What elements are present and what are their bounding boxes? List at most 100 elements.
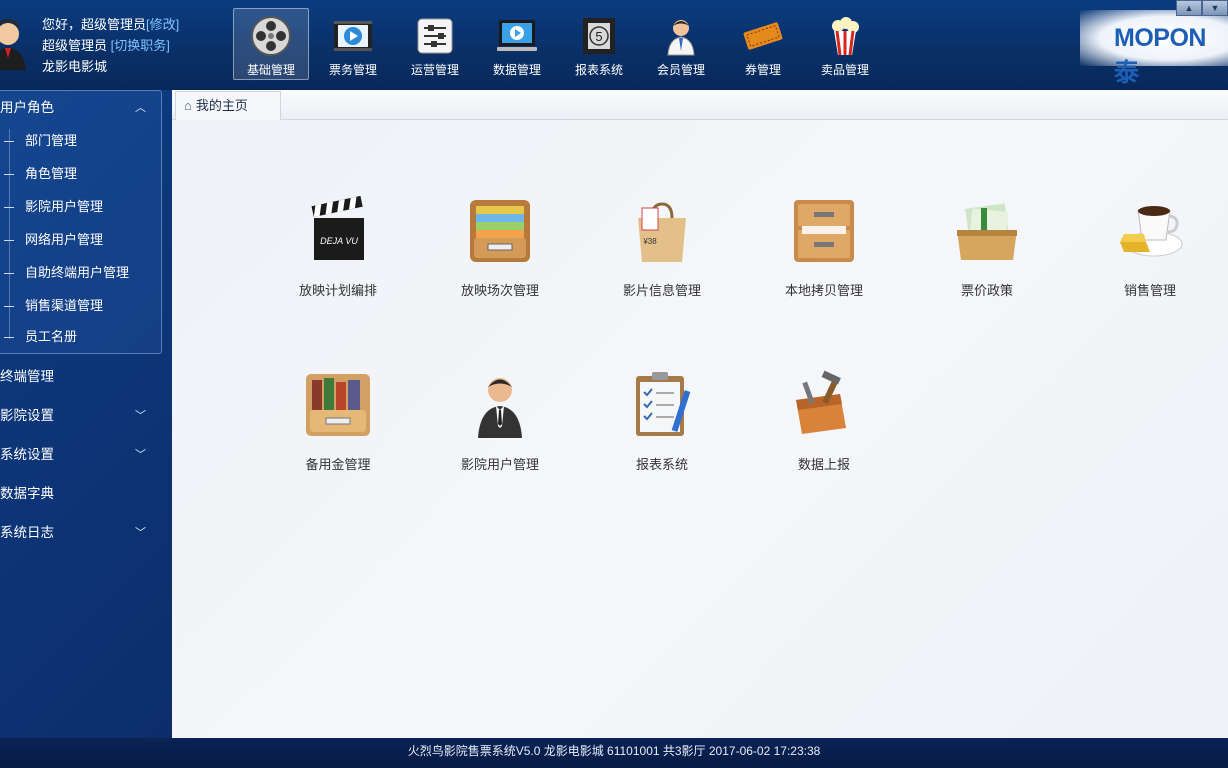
- ticket-icon: [743, 22, 783, 50]
- app-screening-session[interactable]: 放映场次管理: [430, 196, 570, 299]
- app-label: 放映计划编排: [298, 283, 377, 298]
- nav-basic-management[interactable]: 基础管理: [233, 8, 309, 80]
- user-role: 超级管理员: [42, 38, 108, 53]
- nav-label: 基础管理: [246, 63, 295, 77]
- sidebar-group-user-roles: 用户角色 ︿ 部门管理 角色管理 影院用户管理 网络用户管理 自助终端用户管理 …: [0, 90, 162, 354]
- tab-home[interactable]: ⌂ 我的主页: [175, 91, 281, 120]
- business-person-icon: [478, 378, 522, 438]
- home-icon: ⌂: [184, 98, 192, 113]
- app-label: 报表系统: [635, 457, 688, 472]
- sidebar-subitem-label: 自助终端用户管理: [25, 265, 130, 280]
- chevron-down-icon[interactable]: ▼: [1202, 0, 1228, 16]
- file-drawer-icon: [470, 200, 530, 262]
- sidebar-subitem-label: 角色管理: [25, 166, 78, 181]
- sidebar-subitem-cinema-users[interactable]: 影院用户管理: [0, 196, 160, 218]
- sidebar: 用户角色 ︿ 部门管理 角色管理 影院用户管理 网络用户管理 自助终端用户管理 …: [0, 90, 172, 738]
- money-tray-icon: [957, 203, 1017, 260]
- nav-label: 数据管理: [492, 63, 541, 77]
- app-label: 本地拷贝管理: [784, 283, 863, 298]
- greeting-text: 您好，超级管理员: [42, 17, 147, 32]
- app-data-reporting[interactable]: 数据上报: [754, 370, 894, 473]
- tree-dash: [4, 240, 14, 241]
- app-petty-cash[interactable]: 备用金管理: [268, 370, 408, 473]
- sidebar-item-label: 系统设置: [0, 447, 54, 462]
- film-play-icon: [334, 21, 372, 51]
- skin-icon[interactable]: ▲: [1176, 0, 1202, 16]
- sidebar-group-header[interactable]: 用户角色 ︿: [0, 96, 150, 120]
- brand-logo: MOPON泰: [1080, 10, 1228, 87]
- sidebar-item-system-settings[interactable]: 系统设置 ﹀: [0, 443, 150, 467]
- app-local-copy[interactable]: 本地拷贝管理: [754, 196, 894, 299]
- sidebar-item-label: 系统日志: [0, 525, 54, 540]
- nav-concession-management[interactable]: 卖品管理: [807, 8, 883, 80]
- sidebar-subitem-role[interactable]: 角色管理: [0, 163, 160, 185]
- nav-label: 报表系统: [574, 63, 623, 77]
- app-label: 影院用户管理: [460, 457, 539, 472]
- user-avatar-icon: [0, 14, 28, 70]
- app-cinema-users[interactable]: 影院用户管理: [430, 370, 570, 473]
- status-bar: 火烈鸟影院售票系统V5.0 龙影电影城 61101001 共3影厅 2017-0…: [0, 738, 1228, 768]
- nav-data-management[interactable]: 数据管理: [479, 8, 555, 80]
- tab-bar: ⌂ 我的主页: [172, 90, 1228, 120]
- sidebar-item-data-dictionary[interactable]: 数据字典: [0, 482, 150, 506]
- window-controls: ▲ ▼: [1176, 0, 1228, 16]
- nav-label: 券管理: [744, 63, 781, 77]
- cinema-name: 龙影电影城: [42, 59, 108, 74]
- sidebar-item-label: 影院设置: [0, 408, 54, 423]
- film-reel-icon: [251, 16, 291, 56]
- app-film-info[interactable]: ¥38 影片信息管理: [592, 196, 732, 299]
- sidebar-subitem-network-users[interactable]: 网络用户管理: [0, 229, 160, 251]
- book-box-icon: [306, 374, 370, 436]
- sidebar-subitem-label: 销售渠道管理: [25, 298, 104, 313]
- tree-dash: [4, 273, 14, 274]
- sidebar-subitem-label: 影院用户管理: [25, 199, 104, 214]
- clipboard-icon: [636, 372, 691, 436]
- brand-text: MOPON泰: [1114, 24, 1206, 87]
- toolbox-icon: [796, 370, 846, 434]
- sidebar-item-system-log[interactable]: 系统日志 ﹀: [0, 521, 150, 545]
- cabinet-icon: [794, 200, 854, 262]
- app-ticket-price-policy[interactable]: 票价政策: [917, 196, 1057, 299]
- nav-coupon-management[interactable]: 券管理: [725, 8, 801, 80]
- sidebar-subitem-staff-roster[interactable]: 员工名册: [0, 326, 160, 348]
- sidebar-item-label: 终端管理: [0, 369, 54, 384]
- chevron-down-icon: ﹀: [135, 410, 146, 422]
- sidebar-item-cinema-settings[interactable]: 影院设置 ﹀: [0, 404, 150, 428]
- chevron-down-icon: ﹀: [135, 449, 146, 461]
- nav-label: 卖品管理: [820, 63, 869, 77]
- app-label: 放映场次管理: [460, 283, 539, 298]
- app-label: 影片信息管理: [622, 283, 701, 298]
- member-person-icon: [667, 20, 695, 56]
- sidebar-subitem-sales-channel[interactable]: 销售渠道管理: [0, 295, 160, 317]
- clapperboard-icon: DEJA VU: [311, 196, 364, 260]
- app-label: 数据上报: [797, 457, 850, 472]
- tab-label: 我的主页: [195, 98, 248, 113]
- status-text: 火烈鸟影院售票系统V5.0 龙影电影城 61101001 共3影厅 2017-0…: [407, 744, 821, 758]
- app-sales-management[interactable]: 销售管理: [1080, 196, 1220, 299]
- tree-dash: [4, 306, 14, 307]
- sidebar-subitem-kiosk-users[interactable]: 自助终端用户管理: [0, 262, 160, 284]
- sidebar-subitem-department[interactable]: 部门管理: [0, 130, 160, 152]
- chevron-up-icon: ︿: [135, 102, 146, 114]
- nav-report-system[interactable]: 5 报表系统: [561, 8, 637, 80]
- app-label: 销售管理: [1123, 283, 1176, 298]
- nav-label: 票务管理: [328, 63, 377, 77]
- user-info: 您好，超级管理员[修改] 超级管理员 [切换职务] 龙影电影城: [42, 14, 179, 77]
- main-area: ⌂ 我的主页 DEJA VU 放映计划编排 放映场次管理 ¥38 影片信息管理 …: [172, 90, 1228, 738]
- app-label: 备用金管理: [305, 457, 371, 472]
- monitor-play-icon: [497, 20, 537, 51]
- sidebar-item-terminal[interactable]: 终端管理: [0, 365, 150, 389]
- app-report-system[interactable]: 报表系统: [592, 370, 732, 473]
- app-screening-schedule[interactable]: DEJA VU 放映计划编排: [268, 196, 408, 299]
- sliders-icon: [417, 18, 453, 54]
- coffee-gold-icon: [1120, 206, 1183, 257]
- tree-dash: [4, 207, 14, 208]
- nav-label: 运营管理: [410, 63, 459, 77]
- switch-role-link[interactable]: [切换职务]: [111, 38, 170, 53]
- nav-operation-management[interactable]: 运营管理: [397, 8, 473, 80]
- nav-ticket-management[interactable]: 票务管理: [315, 8, 391, 80]
- svg-text:5: 5: [595, 29, 602, 44]
- nav-member-management[interactable]: 会员管理: [643, 8, 719, 80]
- tree-dash: [4, 174, 14, 175]
- edit-profile-link[interactable]: [修改]: [146, 17, 179, 32]
